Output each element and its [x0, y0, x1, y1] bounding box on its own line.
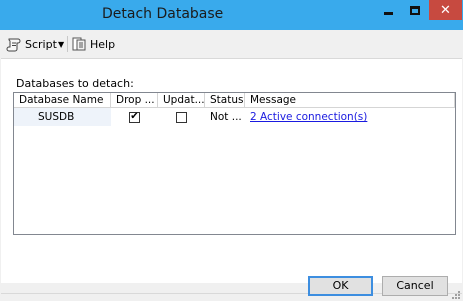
detach-database-dialog: Detach Database ✕ Script ▼ Help Database… — [0, 0, 463, 301]
close-icon: ✕ — [440, 2, 451, 18]
script-button[interactable]: Script — [6, 35, 57, 53]
cell-update-statistics — [158, 108, 205, 126]
dropdown-arrow-icon: ▼ — [58, 39, 65, 49]
minimize-icon — [384, 12, 393, 15]
script-icon — [6, 38, 21, 52]
resize-grip-icon[interactable] — [449, 289, 461, 300]
close-button[interactable]: ✕ — [429, 0, 462, 20]
table-row[interactable]: SUSDB ✔ Not ... 2 Active connection(s) — [14, 108, 455, 126]
column-header-drop-connections[interactable]: Drop ... — [111, 93, 158, 108]
update-statistics-checkbox[interactable] — [176, 111, 187, 123]
cell-status: Not ... — [210, 111, 242, 123]
cancel-button[interactable]: Cancel — [382, 276, 448, 296]
maximize-icon — [409, 5, 420, 15]
cell-drop-connections: ✔ — [111, 108, 158, 126]
help-button[interactable]: Help — [71, 35, 115, 53]
column-header-status[interactable]: Status — [205, 93, 245, 108]
help-icon — [72, 37, 86, 51]
ok-button[interactable]: OK — [308, 276, 373, 296]
drop-connections-checkbox[interactable]: ✔ — [129, 111, 140, 123]
column-header-database-name[interactable]: Database Name — [14, 93, 111, 108]
minimize-button[interactable] — [376, 0, 401, 20]
cell-message: 2 Active connection(s) — [245, 108, 455, 126]
databases-grid[interactable]: Database Name Drop ... Updat... Status M… — [13, 92, 456, 235]
cell-database-name: SUSDB — [14, 108, 111, 126]
dialog-client: Script ▼ Help Databases to detach: Datab… — [1, 30, 462, 300]
column-header-message[interactable]: Message — [245, 93, 455, 108]
help-label: Help — [90, 37, 116, 51]
window-title: Detach Database — [102, 6, 224, 22]
toolbar: Script ▼ Help — [1, 30, 462, 58]
title-bar[interactable]: Detach Database ✕ — [0, 0, 463, 30]
toolbar-separator — [67, 36, 68, 52]
script-label: Script — [25, 37, 57, 51]
maximize-button[interactable] — [402, 0, 427, 20]
active-connections-link[interactable]: 2 Active connection(s) — [250, 111, 367, 123]
section-label: Databases to detach: — [16, 77, 134, 90]
script-dropdown-button[interactable]: ▼ — [58, 35, 64, 53]
column-header-update-statistics[interactable]: Updat... — [158, 93, 205, 108]
